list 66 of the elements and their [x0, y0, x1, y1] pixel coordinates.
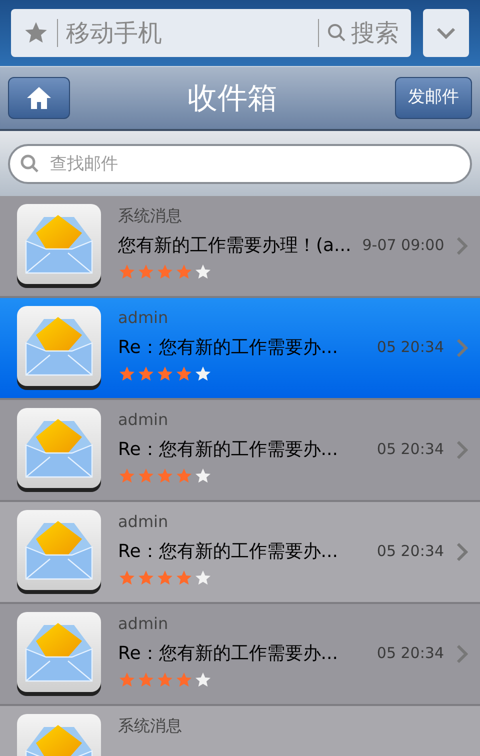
envelope-icon: [16, 407, 102, 493]
dropdown-button[interactable]: [423, 9, 469, 57]
search-label[interactable]: 搜索: [351, 15, 399, 51]
time: 05 20:34: [376, 439, 444, 460]
address-bar[interactable]: 移动手机 搜索: [11, 9, 411, 57]
search-icon: [327, 23, 347, 43]
star-icon: [156, 671, 174, 689]
subject: Re：您有新的工作需要办...: [118, 438, 339, 462]
chevron-right-icon: [456, 542, 468, 562]
star-icon: [194, 569, 212, 587]
message-row[interactable]: admin Re：您有新的工作需要办... 05 20:34: [0, 298, 480, 400]
sender: admin: [118, 307, 170, 329]
sender: admin: [118, 613, 170, 635]
envelope-icon: [16, 611, 102, 697]
star-icon: [194, 263, 212, 281]
star-icon: [137, 263, 155, 281]
star-icon: [175, 467, 193, 485]
star-icon: [118, 263, 136, 281]
home-icon: [26, 85, 52, 111]
chevron-right-icon: [456, 236, 468, 256]
star-icon: [156, 365, 174, 383]
time: 9-07 09:00: [362, 235, 444, 256]
star-icon: [137, 467, 155, 485]
message-row[interactable]: admin Re：您有新的工作需要办... 05 20:34: [0, 502, 480, 604]
envelope-icon: [16, 305, 102, 391]
subject: Re：您有新的工作需要办...: [118, 642, 339, 666]
message-row[interactable]: 系统消息: [0, 706, 480, 756]
chevron-right-icon: [456, 338, 468, 358]
star-icon: [156, 467, 174, 485]
star-icon: [118, 569, 136, 587]
address-text: 移动手机: [66, 18, 163, 49]
star-icon: [137, 671, 155, 689]
chevron-down-icon: [436, 27, 456, 39]
subject: Re：您有新的工作需要办...: [118, 336, 339, 360]
chevron-right-icon: [456, 644, 468, 664]
star-icon: [175, 569, 193, 587]
page-title: 收件箱: [188, 80, 278, 118]
star-icon: [156, 263, 174, 281]
envelope-icon: [16, 509, 102, 595]
star-icon: [118, 467, 136, 485]
chevron-right-icon: [456, 440, 468, 460]
star-icon: [194, 365, 212, 383]
time: 05 20:34: [376, 643, 444, 664]
search-icon: [20, 154, 40, 174]
search-field[interactable]: 查找邮件: [8, 144, 472, 184]
time: 05 20:34: [376, 541, 444, 562]
sender: 系统消息: [118, 205, 183, 227]
star-icon: [118, 671, 136, 689]
sender: admin: [118, 409, 170, 431]
subject: Re：您有新的工作需要办...: [118, 540, 339, 564]
star-icon: [175, 671, 193, 689]
star-icon: [194, 467, 212, 485]
star-icon: [175, 263, 193, 281]
star-icon: [175, 365, 193, 383]
star-icon: [118, 365, 136, 383]
star-icon: [194, 671, 212, 689]
subject: 您有新的工作需要办理！(a...: [118, 234, 352, 258]
sender: admin: [118, 511, 170, 533]
compose-button[interactable]: 发邮件: [395, 77, 472, 119]
home-button[interactable]: [8, 77, 70, 119]
star-icon: [137, 365, 155, 383]
envelope-icon: [16, 203, 102, 289]
star-icon: [156, 569, 174, 587]
star-icon: [137, 569, 155, 587]
sender: 系统消息: [118, 715, 183, 737]
time: 05 20:34: [376, 337, 444, 358]
